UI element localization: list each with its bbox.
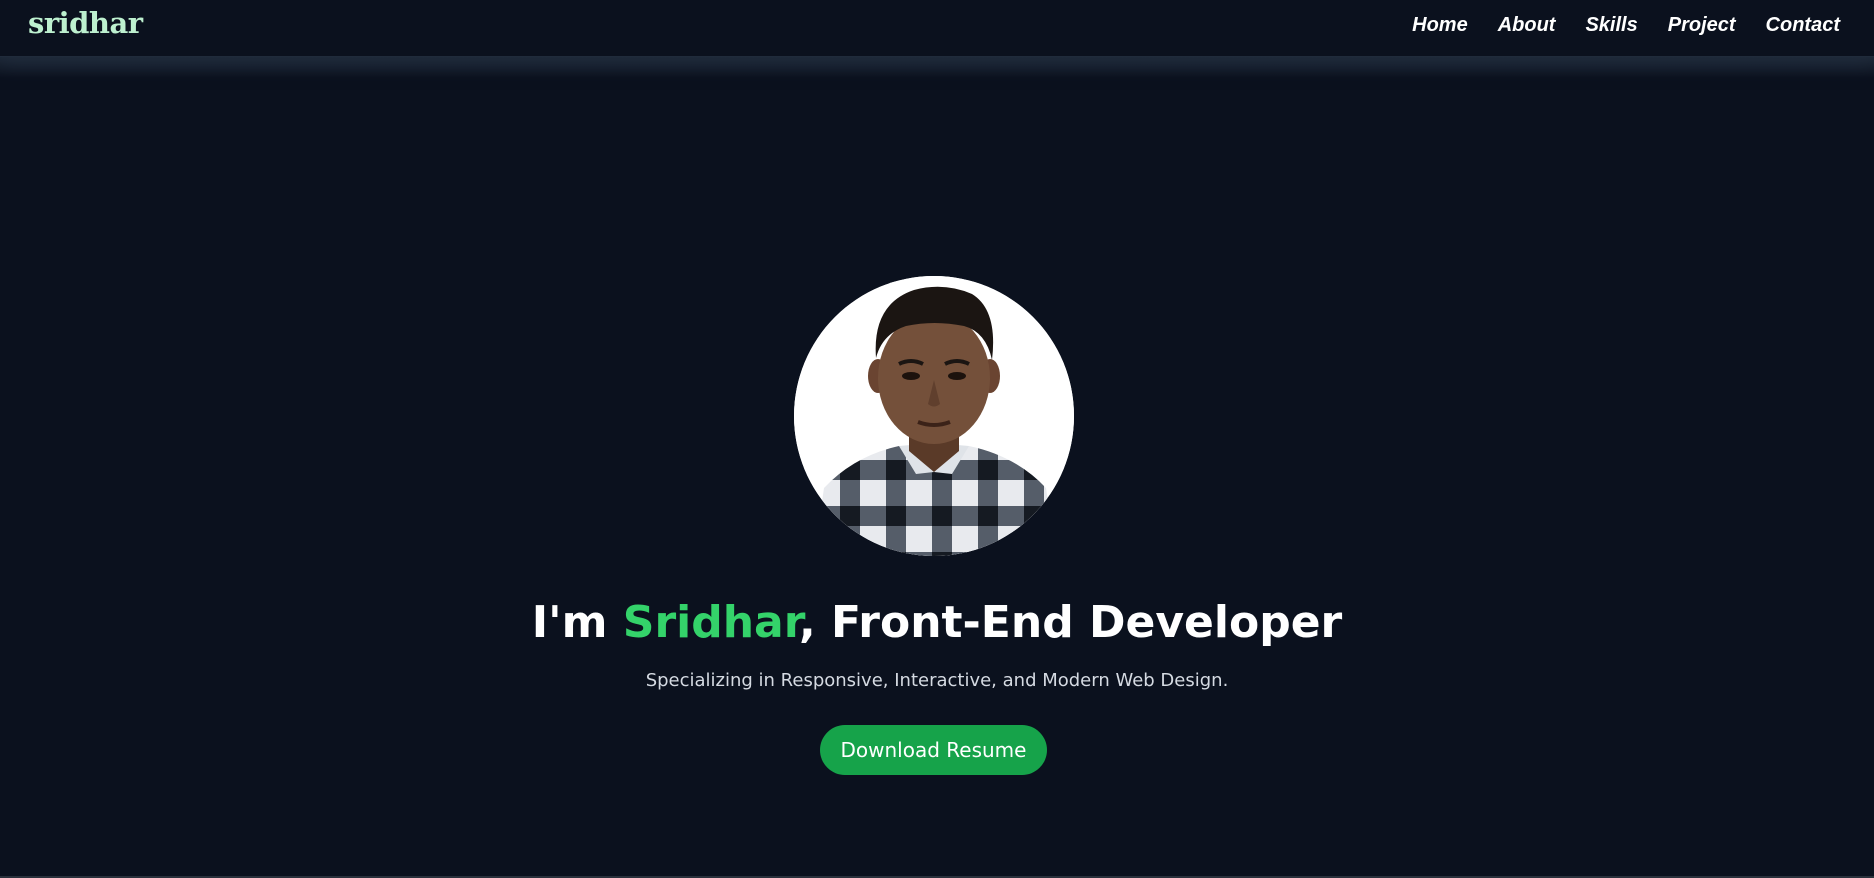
navbar: sridhar Home About Skills Project Contac… [0,0,1874,57]
hero-heading-prefix: I'm [531,597,623,648]
site-logo[interactable]: sridhar [28,6,143,40]
profile-avatar [794,276,1074,556]
portfolio-page: sridhar Home About Skills Project Contac… [0,0,1874,878]
nav-contact-link[interactable]: Contact [1766,14,1840,37]
hero-subtitle: Specializing in Responsive, Interactive,… [645,670,1229,691]
download-resume-button[interactable]: Download Resume [820,725,1047,775]
hero-heading-name: Sridhar [622,597,799,648]
nav-about-link[interactable]: About [1498,14,1556,37]
person-photo-icon [794,276,1074,556]
nav-links: Home About Skills Project Contact [1412,14,1840,37]
hero-heading: I'm Sridhar, Front-End Developer [0,597,1874,648]
nav-home-link[interactable]: Home [1412,14,1468,37]
navbar-shadow [0,56,1874,78]
nav-skills-link[interactable]: Skills [1585,14,1637,37]
hero-heading-suffix: , Front-End Developer [798,597,1343,648]
nav-project-link[interactable]: Project [1668,14,1736,37]
